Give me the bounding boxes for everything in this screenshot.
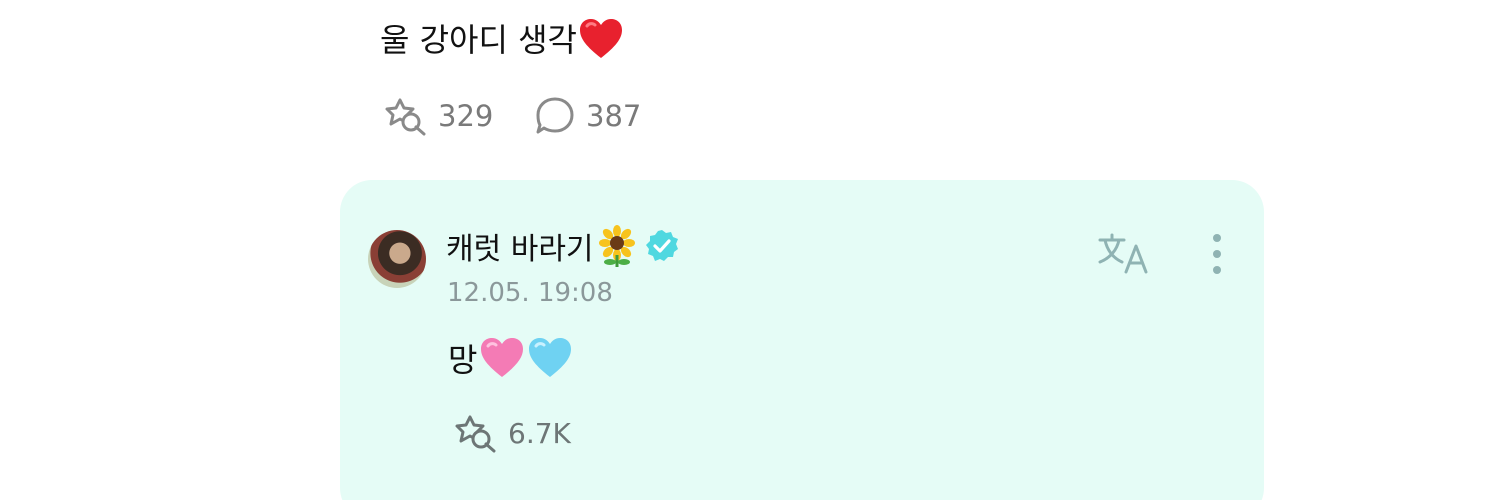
like-icon: [455, 415, 496, 453]
post-like-count: 329: [438, 99, 494, 133]
comment-icon: [536, 97, 574, 134]
reply-like-count: 6.7K: [508, 416, 571, 450]
light-blue-heart-emoji: [529, 338, 572, 377]
reply-text: 망: [448, 341, 478, 379]
verified-badge-icon: [645, 230, 678, 261]
artist-reply-card[interactable]: 캐럿 바라기 12.05. 19:08 망 6.7K: [340, 180, 1264, 500]
translate-icon: [1098, 233, 1148, 274]
more-options-button[interactable]: [1202, 230, 1232, 280]
reply-body: 망: [448, 333, 573, 383]
more-vertical-icon: [1213, 234, 1221, 274]
post-comment-button[interactable]: 387: [534, 92, 641, 140]
red-heart-emoji: [579, 19, 622, 58]
feed-view: 울 강아디 생각 329 387 캐럿 바라기 12.05. 19:08 망 6…: [0, 0, 1500, 500]
translate-button[interactable]: [1096, 230, 1156, 280]
avatar[interactable]: [368, 230, 426, 288]
post-body: 울 강아디 생각: [380, 14, 625, 66]
like-icon: [385, 98, 426, 136]
reply-timestamp: 12.05. 19:08: [447, 278, 613, 308]
pink-heart-emoji: [481, 338, 524, 377]
post-text: 울 강아디 생각: [380, 21, 577, 59]
post-like-button[interactable]: 329: [380, 92, 493, 140]
author-name[interactable]: 캐럿 바라기: [446, 224, 594, 268]
reply-like-button[interactable]: 6.7K: [450, 410, 571, 456]
sunflower-emoji: [598, 225, 635, 267]
post-comment-count: 387: [586, 99, 642, 133]
author-row: 캐럿 바라기: [446, 224, 680, 268]
